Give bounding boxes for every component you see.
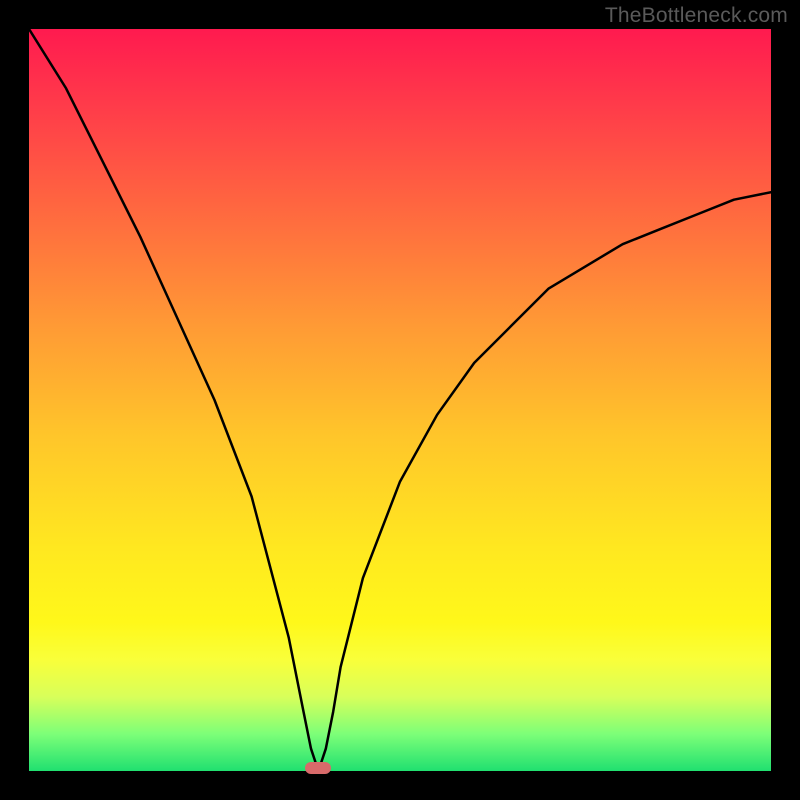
bottleneck-curve bbox=[29, 29, 771, 771]
chart-frame: TheBottleneck.com bbox=[0, 0, 800, 800]
minimum-marker bbox=[305, 762, 331, 774]
chart-background-gradient bbox=[29, 29, 771, 771]
watermark-text: TheBottleneck.com bbox=[605, 4, 788, 28]
